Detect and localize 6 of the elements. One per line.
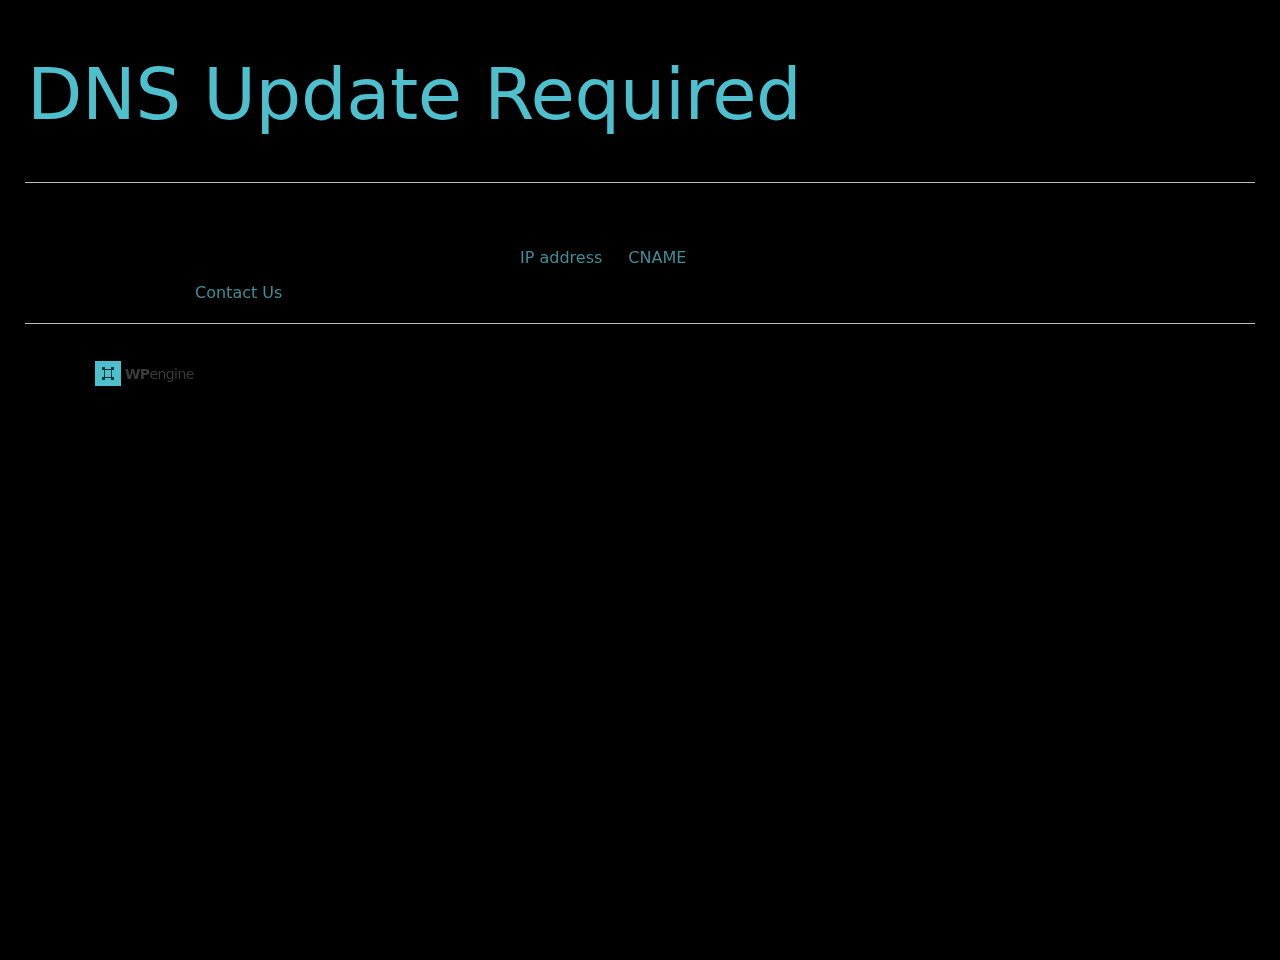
logo-icon (95, 361, 121, 387)
text-link[interactable]: CNAME (628, 240, 687, 276)
text-link[interactable]: IP address (520, 240, 603, 276)
logo-wordmark: WPengine (125, 366, 194, 381)
contact-link[interactable]: Contact Us (195, 275, 283, 311)
page-title: DNS Update Required (27, 51, 802, 138)
